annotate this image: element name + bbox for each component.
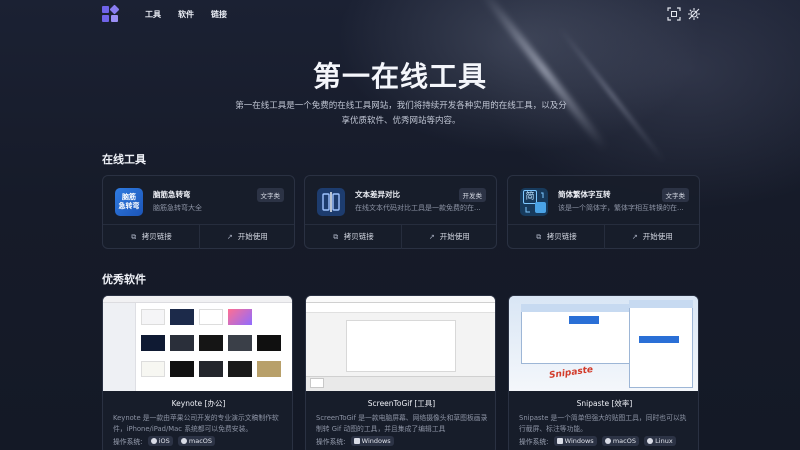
os-list: 操作系统: Windows macOS Linux [519,436,676,446]
apps-logo-icon[interactable] [102,4,120,24]
open-external-icon: ↗ [631,233,638,241]
tool-description: 该是一个简体字，繁体字相互转换的在... [558,204,684,212]
screentogif-screenshot[interactable] [306,296,495,391]
apple-icon [604,438,611,444]
copy-link-label: 拷贝链接 [141,232,172,241]
top-nav: 工具 软件 链接 [0,0,800,30]
software-category: [工具] [414,399,436,408]
software-title: Snipaste [576,399,610,408]
os-name: macOS [612,437,636,445]
software-category: [效率] [611,399,633,408]
linux-icon [647,438,654,444]
os-badge-macos: macOS [601,436,639,446]
copy-icon: ⧉ [131,233,137,241]
hero-description: 第一在线工具是一个免费的在线工具网站，我们将持续开发各种实用的在线工具，以及分享… [235,101,567,126]
start-use-label: 开始使用 [642,232,673,241]
os-name: Windows [564,437,594,445]
tool-name: 简体繁体字互转 [558,190,611,199]
nav-link-tools[interactable]: 工具 [145,9,161,20]
tool-actions: ⧉ 拷贝链接 ↗ 开始使用 [103,224,295,249]
copy-link-label: 拷贝链接 [343,232,374,241]
nav-link-software[interactable]: 软件 [178,9,194,20]
keynote-screenshot[interactable] [103,296,292,391]
copy-icon: ⧉ [536,233,542,241]
theme-toggle-icon[interactable] [687,7,701,21]
software-section-title: 优秀软件 [102,273,146,286]
software-title: Keynote [171,399,203,408]
os-badge-windows: Windows [350,436,394,446]
os-badge-ios: iOS [147,436,173,446]
windows-icon [556,438,563,444]
os-badge-linux: Linux [644,436,676,446]
start-use-button[interactable]: ↗ 开始使用 [400,225,497,249]
tool-name: 脑筋急转弯 [153,190,191,199]
apple-icon [180,438,187,444]
tool-actions: ⧉ 拷贝链接 ↗ 开始使用 [305,224,497,249]
tool-category-tag: 开发类 [458,188,486,202]
software-title: ScreenToGif [367,399,412,408]
software-description: Snipaste 是一个简单但强大的贴图工具，同时也可以执行截屏、标注等功能。 [519,414,687,433]
tool-actions: ⧉ 拷贝链接 ↗ 开始使用 [508,224,700,249]
page: 工具 软件 链接 第一在线工具 第一在线工具是一个免费的在线工具网站，我们将持续… [0,0,800,450]
os-list: 操作系统: Windows [316,436,394,446]
hero-title: 第一在线工具 [312,60,487,93]
software-name: ScreenToGif [工具] [306,398,495,409]
os-name: Windows [361,437,391,445]
tool-card-simplified-traditional[interactable]: 简 简体繁体字互转 该是一个简体字，繁体字相互转换的在... 文字类 ⧉ 拷贝链接… [507,175,700,249]
os-label: 操作系统: [113,438,143,446]
tool-card-brain-teaser[interactable]: 脑筋 急转弯 脑筋急转弯 脑筋急转弯大全 文字类 ⧉ 拷贝链接 ↗ 开始使用 [102,175,295,249]
start-use-label: 开始使用 [439,232,470,241]
tool-card-text-diff[interactable]: 文本差异对比 在线文本代码对比工具是一款免费的在... 开发类 ⧉ 拷贝链接 ↗ 开… [304,175,497,249]
os-badge-windows: Windows [553,436,597,446]
open-external-icon: ↗ [226,233,233,241]
copy-link-button[interactable]: ⧉ 拷贝链接 [103,225,199,249]
os-badge-macos: macOS [177,436,216,446]
copy-icon: ⧉ [333,233,339,241]
start-use-button[interactable]: ↗ 开始使用 [198,225,295,249]
os-name: Linux [655,437,673,445]
os-label: 操作系统: [519,438,549,446]
start-use-label: 开始使用 [237,232,268,241]
nav-link-links[interactable]: 链接 [211,9,227,20]
software-card-keynote[interactable]: Keynote [办公] Keynote 是一款由苹果公司开发的专业演示文稿制作… [102,295,293,450]
os-name: iOS [158,437,170,445]
copy-link-label: 拷贝链接 [546,232,577,241]
tool-description: 脑筋急转弯大全 [153,204,202,212]
software-name: Snipaste [效率] [509,398,698,409]
software-category: [办公] [204,399,226,408]
copy-link-button[interactable]: ⧉ 拷贝链接 [508,225,604,249]
copy-link-button[interactable]: ⧉ 拷贝链接 [305,225,401,249]
software-description: Keynote 是一款由苹果公司开发的专业演示文稿制作软件，iPhone/iPa… [113,414,279,433]
os-label: 操作系统: [316,438,346,446]
brain-teaser-icon: 脑筋 急转弯 [115,188,143,216]
software-description: ScreenToGif 是一款电脑屏幕、网络摄像头和草图板画录制转 Gif 动图… [316,414,488,433]
open-external-icon: ↗ [428,233,435,241]
os-list: 操作系统: iOS macOS [113,436,216,446]
start-use-button[interactable]: ↗ 开始使用 [603,225,700,249]
os-name: macOS [188,437,213,445]
tool-category-tag: 文字类 [661,188,689,202]
apple-icon [150,438,157,444]
tool-category-tag: 文字类 [256,188,284,202]
windows-icon [353,438,360,444]
software-name: Keynote [办公] [103,398,292,409]
simplified-traditional-icon: 简 [520,188,548,216]
diff-compare-icon [317,188,345,216]
software-card-screentogif[interactable]: ScreenToGif [工具] ScreenToGif 是一款电脑屏幕、网络摄… [305,295,496,450]
scan-icon[interactable] [667,7,681,21]
snipaste-screenshot[interactable]: Snipaste [509,296,698,391]
tools-section-title: 在线工具 [102,153,146,166]
tool-description: 在线文本代码对比工具是一款免费的在... [355,204,481,212]
tool-name: 文本差异对比 [355,190,400,199]
software-card-snipaste[interactable]: Snipaste Snipaste [效率] Snipaste 是一个简单但强大… [508,295,699,450]
